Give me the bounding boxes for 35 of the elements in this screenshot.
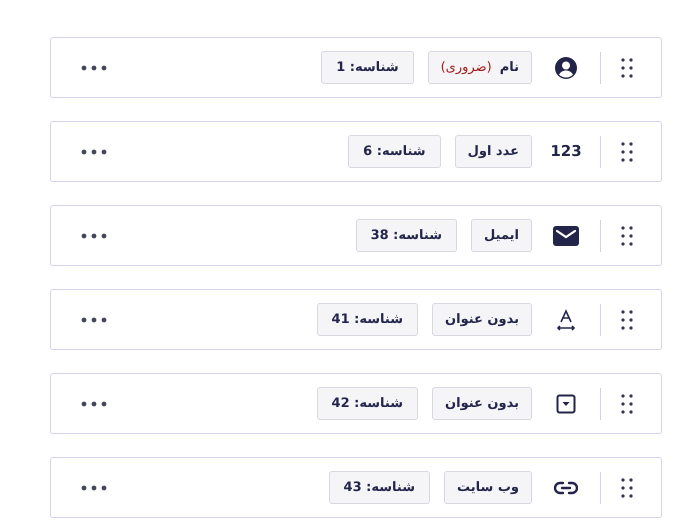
field-row[interactable]: بدون عنوان شناسه: 41 [50, 289, 662, 350]
field-label: عدد اول [454, 135, 532, 168]
user-circle-icon [554, 56, 578, 80]
drag-handle-icon[interactable] [621, 394, 633, 414]
id-tag: شناسه: 43 [328, 471, 430, 504]
more-icon[interactable] [81, 400, 107, 406]
field-row[interactable]: ایمیل شناسه: 38 [50, 205, 662, 266]
drag-handle-icon[interactable] [621, 226, 633, 246]
drag-handle-icon[interactable] [621, 58, 633, 78]
dropdown-icon [556, 394, 576, 414]
more-icon[interactable] [81, 316, 107, 322]
id-tag: شناسه: 38 [356, 219, 458, 252]
id-tag: شناسه: 1 [321, 51, 414, 84]
more-icon[interactable] [81, 484, 107, 490]
field-label: نام (ضروری) [428, 51, 532, 84]
field-row[interactable]: نام (ضروری) شناسه: 1 [50, 37, 662, 98]
drag-handle-icon[interactable] [621, 310, 633, 330]
field-label: وب سایت [444, 471, 532, 504]
drag-handle-icon[interactable] [621, 142, 633, 162]
field-label: بدون عنوان [432, 303, 532, 336]
field-label: ایمیل [471, 219, 532, 252]
field-row[interactable]: بدون عنوان شناسه: 42 [50, 373, 662, 434]
more-icon[interactable] [81, 232, 107, 238]
id-tag: شناسه: 41 [316, 303, 418, 336]
drag-handle-icon[interactable] [621, 478, 633, 498]
more-icon[interactable] [81, 148, 107, 154]
id-tag: شناسه: 42 [316, 387, 418, 420]
number-icon: 123 [550, 140, 582, 163]
envelope-icon [553, 226, 579, 246]
id-tag: شناسه: 6 [348, 135, 441, 168]
more-icon[interactable] [81, 64, 107, 70]
link-icon [554, 480, 578, 494]
field-label: بدون عنوان [432, 387, 532, 420]
text-width-icon [556, 308, 576, 330]
field-row[interactable]: وب سایت شناسه: 43 [50, 457, 662, 518]
